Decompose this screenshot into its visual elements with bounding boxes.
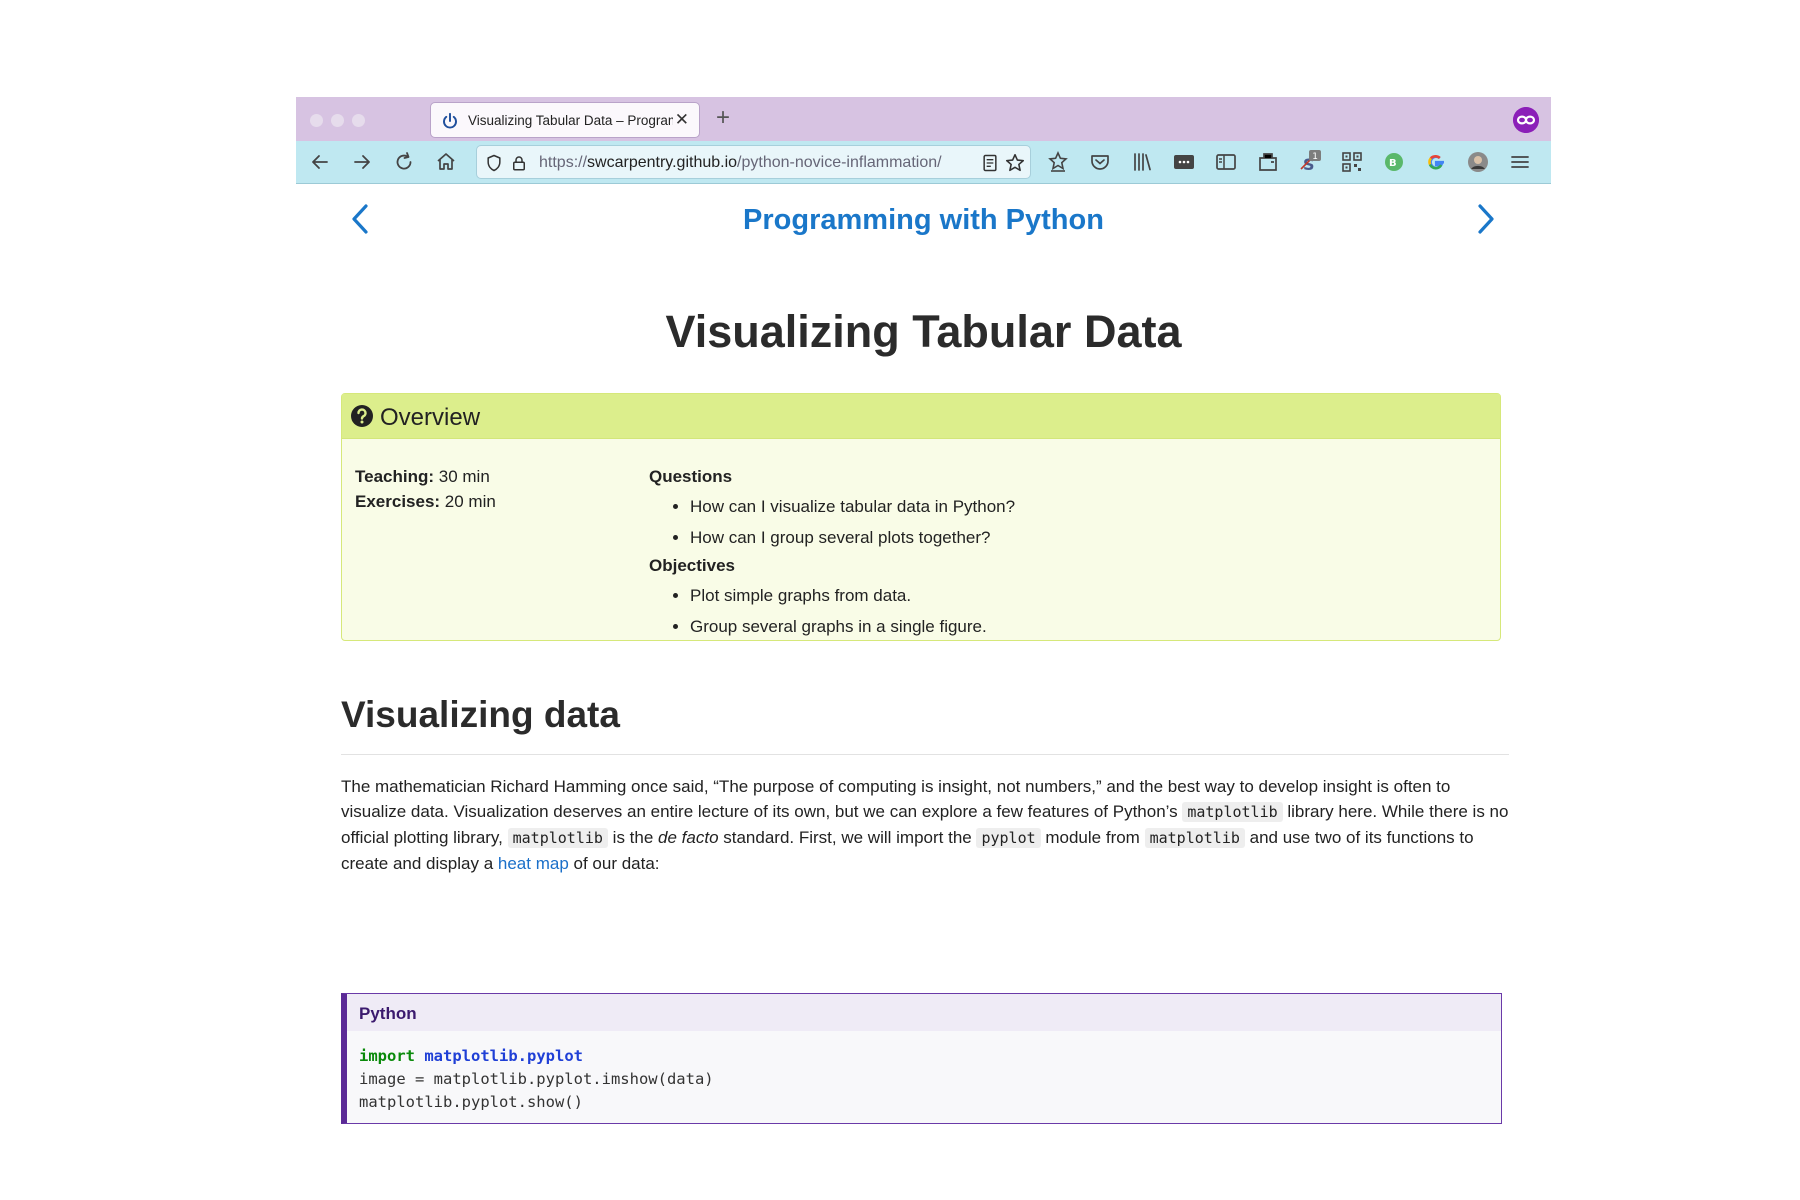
question-circle-icon bbox=[351, 405, 373, 427]
forward-arrow-icon[interactable] bbox=[350, 150, 374, 174]
section-divider bbox=[341, 754, 1509, 755]
objectives-heading: Objectives bbox=[649, 556, 735, 575]
menu-icon[interactable] bbox=[1508, 150, 1532, 174]
tab-close-icon[interactable]: ✕ bbox=[675, 110, 689, 130]
teaching-time: Teaching: 30 min bbox=[355, 464, 496, 489]
list-item: How can I group several plots together? bbox=[690, 522, 1015, 553]
code-line: image = matplotlib.pyplot.imshow(data) bbox=[359, 1070, 714, 1088]
code-block-header: Python bbox=[347, 994, 1501, 1031]
teaching-value: 30 min bbox=[434, 467, 490, 486]
overview-timing: Teaching: 30 min Exercises: 20 min bbox=[355, 464, 496, 514]
home-icon[interactable] bbox=[434, 150, 458, 174]
qr-code-icon[interactable] bbox=[1340, 150, 1364, 174]
shield-icon[interactable] bbox=[484, 153, 504, 173]
inline-code: matplotlib bbox=[507, 828, 608, 848]
overview-header: Overview bbox=[342, 394, 1500, 439]
profile-avatar-icon[interactable] bbox=[1466, 150, 1490, 174]
bookmarks-star-icon[interactable] bbox=[1046, 150, 1070, 174]
exercises-label: Exercises: bbox=[355, 492, 441, 511]
containers-icon[interactable] bbox=[1256, 150, 1280, 174]
site-title-link[interactable]: Programming with Python bbox=[296, 204, 1551, 237]
lock-icon[interactable] bbox=[510, 153, 528, 173]
objectives-list: Plot simple graphs from data. Group seve… bbox=[649, 580, 1015, 642]
bookmark-star-icon[interactable] bbox=[1004, 152, 1026, 174]
list-item: Group several graphs in a single figure. bbox=[690, 611, 1015, 642]
overview-lists: Questions How can I visualize tabular da… bbox=[649, 464, 1015, 642]
sidebar-icon[interactable] bbox=[1214, 150, 1238, 174]
heat-map-link[interactable]: heat map bbox=[498, 854, 569, 873]
minimize-window-button[interactable] bbox=[331, 114, 344, 127]
paragraph-text: of our data: bbox=[568, 854, 660, 873]
library-icon[interactable] bbox=[1130, 150, 1154, 174]
intro-paragraph: The mathematician Richard Hamming once s… bbox=[341, 774, 1509, 876]
exercises-time: Exercises: 20 min bbox=[355, 489, 496, 514]
inline-code: matplotlib bbox=[1182, 802, 1283, 822]
google-icon[interactable] bbox=[1424, 150, 1448, 174]
url-host: swcarpentry.github.io bbox=[587, 154, 738, 171]
green-extension-icon[interactable]: B bbox=[1382, 150, 1406, 174]
overview-title: Overview bbox=[380, 404, 481, 431]
back-arrow-icon[interactable] bbox=[308, 150, 332, 174]
reload-icon[interactable] bbox=[392, 150, 416, 174]
url-prefix: https:// bbox=[539, 154, 588, 171]
tab-active[interactable]: Visualizing Tabular Data – Programming w… bbox=[430, 102, 700, 138]
extension-mask-icon[interactable] bbox=[1513, 107, 1539, 133]
page-content: Programming with Python Visualizing Tabu… bbox=[296, 184, 1551, 1124]
list-item: Plot simple graphs from data. bbox=[690, 580, 1015, 611]
power-icon bbox=[443, 112, 457, 129]
reader-view-icon[interactable] bbox=[980, 153, 1000, 173]
teaching-label: Teaching: bbox=[355, 467, 435, 486]
inline-code: matplotlib bbox=[1144, 828, 1245, 848]
svg-text:B: B bbox=[1389, 158, 1397, 169]
extension-badge-count: 1 bbox=[1312, 152, 1318, 162]
code-module: matplotlib.pyplot bbox=[424, 1047, 583, 1065]
paragraph-text: is the bbox=[607, 828, 659, 847]
inline-code: pyplot bbox=[976, 828, 1041, 848]
close-window-button[interactable] bbox=[310, 114, 323, 127]
code-line: matplotlib.pyplot.show() bbox=[359, 1093, 583, 1111]
nav-bar: https://swcarpentry.github.io/python-nov… bbox=[296, 141, 1551, 184]
code-language-label: Python bbox=[359, 1004, 417, 1023]
emphasis-text: de facto bbox=[658, 828, 719, 847]
new-tab-button[interactable]: + bbox=[716, 104, 730, 132]
paragraph-text: standard. First, we will import the bbox=[718, 828, 977, 847]
browser-window: Visualizing Tabular Data – Programming w… bbox=[296, 97, 1551, 1124]
password-manager-icon[interactable] bbox=[1172, 150, 1196, 174]
questions-heading: Questions bbox=[649, 467, 733, 486]
code-keyword: import bbox=[359, 1047, 415, 1065]
questions-list: How can I visualize tabular data in Pyth… bbox=[649, 491, 1015, 553]
overview-panel: Overview Teaching: 30 min Exercises: 20 … bbox=[341, 393, 1501, 641]
pocket-icon[interactable] bbox=[1088, 150, 1112, 174]
tab-title: Visualizing Tabular Data – Programming w… bbox=[468, 113, 673, 128]
code-block: Python import matplotlib.pyplot image = … bbox=[341, 993, 1502, 1124]
url-path: /python-novice-inflammation/ bbox=[737, 154, 942, 171]
url-bar[interactable]: https://swcarpentry.github.io/python-nov… bbox=[476, 145, 1031, 179]
list-item: How can I visualize tabular data in Pyth… bbox=[690, 491, 1015, 522]
maximize-window-button[interactable] bbox=[352, 114, 365, 127]
code-content: import matplotlib.pyplot image = matplot… bbox=[359, 1045, 714, 1114]
url-text[interactable]: https://swcarpentry.github.io/python-nov… bbox=[539, 154, 969, 172]
tab-bar: Visualizing Tabular Data – Programming w… bbox=[296, 97, 1551, 141]
paragraph-text: module from bbox=[1040, 828, 1145, 847]
page-title: Visualizing Tabular Data bbox=[665, 306, 1182, 357]
exercises-value: 20 min bbox=[440, 492, 496, 511]
section-heading: Visualizing data bbox=[341, 694, 620, 735]
extension-badge-icon[interactable]: S 1 bbox=[1298, 150, 1322, 174]
